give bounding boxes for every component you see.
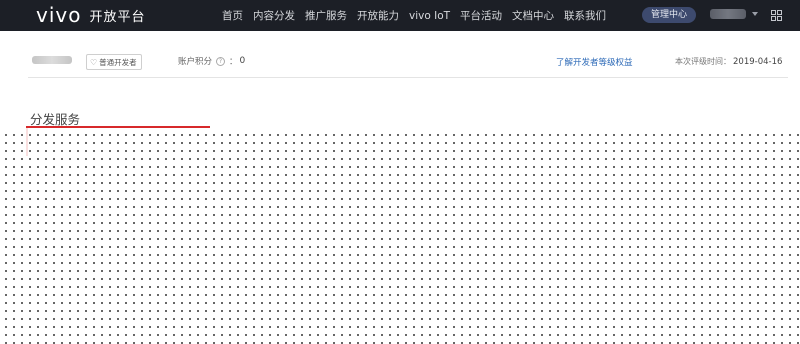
nav-item-activities[interactable]: 平台活动 (460, 8, 502, 23)
points-separator: ： (229, 57, 238, 67)
badge-icon: ♡ (90, 57, 98, 67)
developer-name-redacted (32, 56, 72, 64)
logo-text: 开放平台 (89, 9, 146, 25)
developer-info-row: ♡ 普通开发者 账户积分 ? ： 0 了解开发者等级权益 本次评级时间： 2019… (0, 31, 800, 78)
developer-rights-link[interactable]: 了解开发者等级权益 (556, 56, 633, 68)
nav-item-content-distribution[interactable]: 内容分发 (253, 8, 295, 23)
main-nav: 首页 内容分发 推广服务 开放能力 vivo IoT 平台活动 文档中心 联系我… (222, 0, 616, 31)
logo-mark: vivo (36, 3, 82, 27)
divider (28, 77, 788, 78)
nav-item-promotion[interactable]: 推广服务 (305, 8, 347, 23)
points-value: 0 (239, 56, 246, 66)
developer-level-badge[interactable]: ♡ 普通开发者 (86, 54, 142, 70)
help-icon[interactable]: ? (216, 56, 226, 66)
points-label: 账户积分 (178, 57, 213, 67)
grid-icon[interactable] (771, 10, 782, 21)
loading-overlay (0, 128, 800, 344)
nav-item-open-capabilities[interactable]: 开放能力 (357, 8, 399, 23)
nav-item-docs[interactable]: 文档中心 (512, 8, 554, 23)
user-menu[interactable] (710, 9, 758, 19)
nav-item-contact[interactable]: 联系我们 (564, 8, 606, 23)
top-navigation-bar: vivo 开放平台 首页 内容分发 推广服务 开放能力 vivo IoT 平台活… (0, 0, 800, 31)
evaluation-time: 本次评级时间： 2019-04-16 (675, 56, 782, 67)
nav-item-home[interactable]: 首页 (222, 8, 243, 23)
account-points: 账户积分 ? ： 0 (178, 55, 245, 67)
evaluation-time-label: 本次评级时间： (675, 57, 731, 66)
username-redacted (710, 9, 746, 19)
chevron-down-icon (752, 12, 758, 16)
management-center-button[interactable]: 管理中心 (642, 7, 696, 23)
nav-item-iot[interactable]: vivo IoT (409, 10, 450, 22)
developer-level-label: 普通开发者 (99, 57, 137, 67)
logo[interactable]: vivo 开放平台 (36, 3, 146, 27)
evaluation-date: 2019-04-16 (733, 57, 783, 67)
